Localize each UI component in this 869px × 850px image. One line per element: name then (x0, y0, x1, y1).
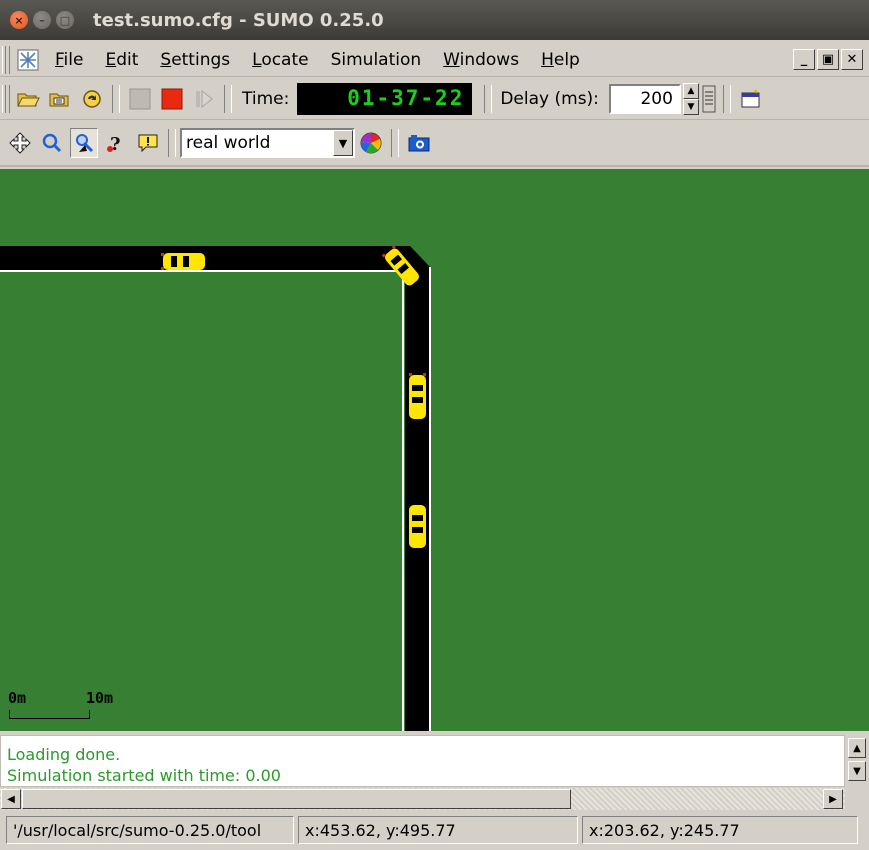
road-edge-line (0, 270, 404, 731)
main-toolbar: Time: 01-37-22 Delay (ms): 200 ▲ ▼ (0, 78, 869, 120)
message-log[interactable]: Loading done. Simulation started with ti… (0, 735, 845, 787)
toolbar-separator (168, 129, 176, 157)
status-geo-coords: x:203.62, y:245.77 (582, 816, 858, 844)
menu-windows[interactable]: Windows (432, 50, 530, 70)
menu-bar: File Edit Settings Locate Simulation Win… (0, 43, 869, 77)
menu-file[interactable]: File (44, 50, 94, 70)
status-net-coords: x:453.62, y:495.77 (298, 816, 578, 844)
run-button[interactable] (126, 84, 154, 114)
mdi-close-button[interactable]: ✕ (841, 49, 863, 70)
view-toolbar: ? real world ▼ (0, 121, 869, 167)
scroll-up-icon[interactable]: ▲ (848, 738, 866, 758)
status-path: '/usr/local/src/sumo-0.25.0/tool (6, 816, 294, 844)
recenter-view-icon[interactable] (6, 128, 34, 158)
scroll-right-icon[interactable]: ▶ (823, 789, 843, 809)
open-folder-icon[interactable] (14, 84, 42, 114)
vehicle-4 (409, 505, 426, 548)
app-icon[interactable] (14, 45, 42, 75)
open-network-icon[interactable] (46, 84, 74, 114)
step-button[interactable] (190, 84, 218, 114)
locate-person-icon[interactable] (70, 128, 98, 158)
mdi-minimize-button[interactable]: _ (793, 49, 815, 70)
time-display: 01-37-22 (297, 82, 473, 115)
network-view[interactable] (0, 169, 869, 731)
dropdown-arrow-icon[interactable]: ▼ (333, 130, 353, 156)
toolbar-grip[interactable] (2, 84, 10, 113)
log-line: Simulation started with time: 0.00 (7, 766, 281, 785)
scroll-down-icon[interactable]: ▼ (848, 761, 866, 781)
spin-down-icon[interactable]: ▼ (682, 98, 699, 115)
camera-snapshot-icon[interactable] (405, 128, 433, 158)
new-view-icon[interactable] (737, 84, 765, 114)
minimize-window-icon[interactable]: – (33, 11, 51, 29)
toolbar-separator (224, 84, 232, 113)
simulation-canvas[interactable]: 0m 10m (0, 169, 869, 731)
color-wheel-icon[interactable] (357, 128, 385, 158)
delay-slider-icon[interactable] (701, 84, 717, 114)
vehicle-3 (409, 373, 426, 419)
maximize-window-icon[interactable]: □ (56, 11, 74, 29)
reload-icon[interactable] (78, 84, 106, 114)
toolbar-separator (112, 84, 120, 113)
tooltip-toggle-icon[interactable] (134, 128, 162, 158)
log-horizontal-scrollbar[interactable]: ◀ ▶ (0, 788, 845, 810)
menubar-grip[interactable] (2, 45, 10, 74)
spin-up-icon[interactable]: ▲ (682, 82, 699, 99)
window-title: test.sumo.cfg - SUMO 0.25.0 (93, 9, 384, 31)
scroll-left-icon[interactable]: ◀ (1, 789, 21, 809)
zoom-magnifier-icon[interactable] (38, 128, 66, 158)
log-vertical-scrollbar[interactable]: ▲ ▼ (845, 735, 869, 787)
scale-ruler (9, 710, 90, 719)
toolbar-separator (484, 84, 493, 113)
toolbar-separator (722, 84, 731, 113)
vehicle-1 (161, 253, 205, 270)
help-query-icon[interactable]: ? (102, 128, 130, 158)
title-bar: × – □ test.sumo.cfg - SUMO 0.25.0 (0, 0, 869, 40)
close-window-icon[interactable]: × (10, 11, 28, 29)
log-line: Loading done. (7, 745, 121, 764)
mdi-restore-button[interactable]: ▣ (817, 49, 839, 70)
status-bar: '/usr/local/src/sumo-0.25.0/tool x:453.6… (0, 812, 869, 848)
delay-label: Delay (ms): (500, 88, 599, 109)
toolbar-separator (391, 129, 399, 157)
delay-input[interactable]: 200 (608, 83, 681, 114)
color-scheme-value: real world (186, 133, 271, 153)
menu-simulation[interactable]: Simulation (320, 50, 433, 70)
delay-spinner[interactable]: ▲ ▼ (682, 82, 699, 115)
menu-settings[interactable]: Settings (149, 50, 241, 70)
scale-start-label: 0m (8, 689, 27, 707)
menu-edit[interactable]: Edit (94, 50, 149, 70)
menu-locate[interactable]: Locate (241, 50, 319, 70)
color-scheme-select[interactable]: real world ▼ (180, 128, 355, 158)
stop-button[interactable] (158, 84, 186, 114)
road-horizontal (0, 246, 430, 731)
time-label: Time: (242, 88, 290, 109)
scale-bar: 0m 10m (8, 689, 113, 719)
menu-help[interactable]: Help (530, 50, 591, 70)
horizontal-scroll-thumb[interactable] (22, 789, 571, 809)
scale-end-label: 10m (86, 689, 114, 707)
